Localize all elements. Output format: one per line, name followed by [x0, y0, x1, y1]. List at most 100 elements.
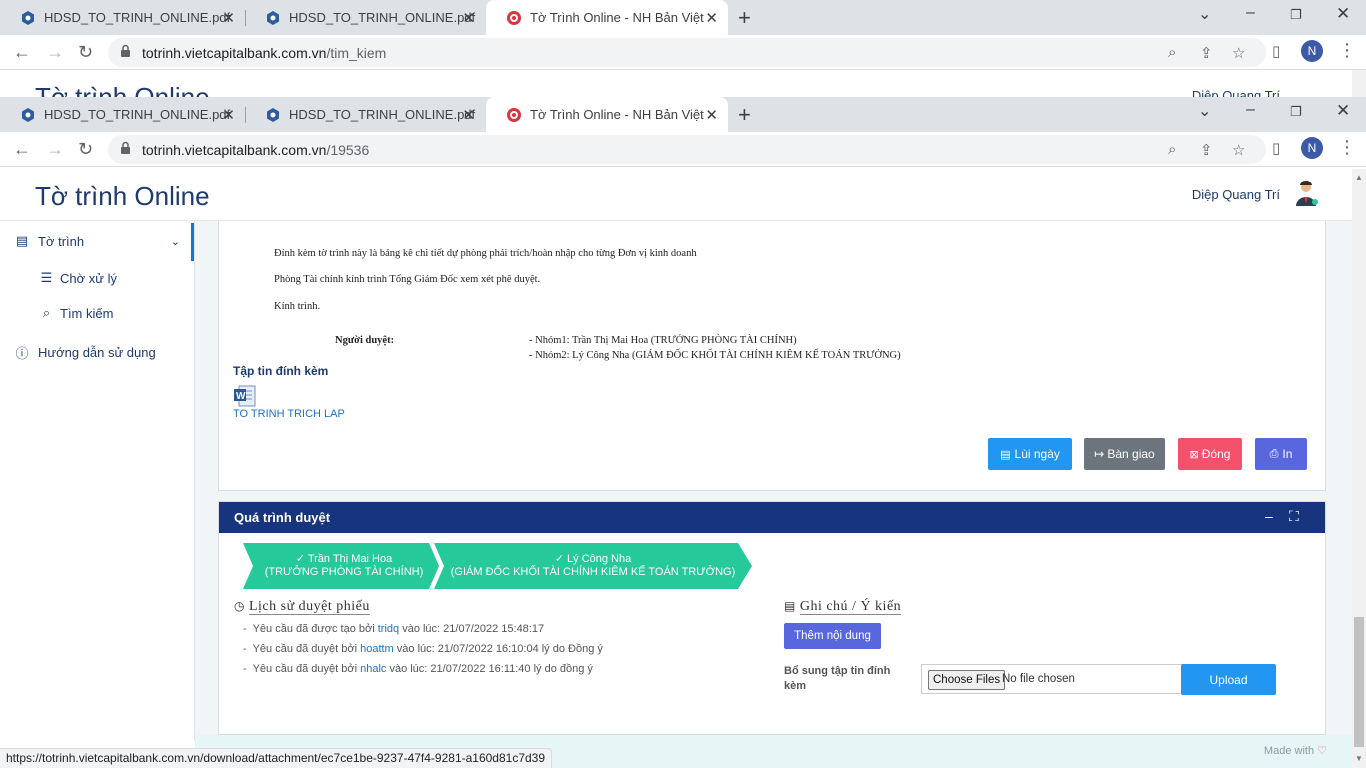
back-tab-2-label: HDSD_TO_TRINH_ONLINE.pdf	[289, 10, 476, 25]
zoom-icon[interactable]: ⌕	[1168, 141, 1176, 158]
sidepanel-icon[interactable]: ▯	[1272, 139, 1280, 157]
sidebar: ▤ Tờ trình ⌄ ☰ Chờ xử lý ⌕ Tìm kiếm ⓘ Hư…	[0, 221, 195, 741]
back-toolbar: ← → ↻ totrinh.vietcapitalbank.com.vn/tim…	[0, 35, 1366, 70]
forward-arrow-icon[interactable]: →	[46, 42, 64, 63]
back-tab-3[interactable]: Tờ Trình Online - NH Bản Việt ✕	[486, 0, 728, 35]
share-icon[interactable]: ⇪	[1200, 44, 1213, 62]
tab-1-label: HDSD_TO_TRINH_ONLINE.pdf	[44, 107, 231, 122]
attachment-link[interactable]: TO TRINH TRICH LAP	[233, 408, 345, 420]
history-user-link[interactable]: nhalc	[360, 663, 386, 675]
chevron-down-icon[interactable]: ⌄	[1198, 4, 1211, 24]
lock-icon	[120, 141, 131, 158]
sign-out-icon: ↦	[1094, 447, 1105, 461]
zoom-icon[interactable]: ⌕	[1168, 44, 1176, 61]
sidebar-item-huong-dan[interactable]: ⓘ Hướng dẫn sử dụng	[14, 343, 155, 362]
url-host: totrinh.vietcapitalbank.com.vn	[142, 142, 327, 158]
forward-arrow-icon[interactable]: →	[46, 139, 64, 160]
restore-icon[interactable]: ❐	[1290, 104, 1302, 120]
add-content-button[interactable]: Thêm nội dung	[784, 623, 881, 649]
made-with: Made with ♡	[1264, 744, 1327, 757]
back-arrow-icon[interactable]: ←	[13, 139, 31, 160]
back-tab-1[interactable]: HDSD_TO_TRINH_ONLINE.pdf ✕	[0, 0, 245, 35]
attachments-label: Tập tin đính kèm	[233, 364, 329, 378]
back-arrow-icon[interactable]: ←	[13, 42, 31, 63]
page-scrollbar[interactable]: ▲ ▼	[1352, 169, 1366, 768]
new-tab-icon[interactable]: +	[738, 5, 751, 31]
close-window-icon[interactable]: ✕	[1336, 101, 1350, 121]
back-tab-2[interactable]: HDSD_TO_TRINH_ONLINE.pdf ✕	[245, 0, 485, 35]
history-item: - Yêu cầu đã được tạo bởi tridq vào lúc:…	[243, 623, 545, 635]
sidebar-item-tim-kiem[interactable]: ⌕ Tìm kiếm	[40, 305, 114, 321]
user-name[interactable]: Diệp Quang Trí	[1192, 187, 1280, 202]
sidebar-item-to-trinh[interactable]: ▤ Tờ trình ⌄	[14, 233, 184, 249]
profile-avatar[interactable]: N	[1301, 40, 1323, 62]
approval-title: Quá trình duyệt	[234, 510, 331, 525]
check-icon: ✓	[554, 553, 568, 565]
close-button[interactable]: ⊠ Đóng	[1178, 438, 1242, 470]
star-icon[interactable]: ☆	[1232, 141, 1245, 159]
postpone-button[interactable]: ▤ Lùi ngày	[988, 438, 1072, 470]
history-prefix: Yêu cầu đã duyệt bởi	[252, 663, 361, 675]
pdf-tab-icon	[20, 10, 36, 26]
file-input[interactable]: Choose Files No file chosen	[921, 664, 1183, 694]
history-prefix: Yêu cầu đã duyệt bởi	[252, 643, 361, 655]
close-window-icon[interactable]: ✕	[1336, 4, 1350, 24]
history-user-link[interactable]: tridq	[378, 623, 399, 635]
print-button[interactable]: ⎙ In	[1255, 438, 1307, 470]
chevron-down-icon[interactable]: ⌄	[171, 235, 180, 248]
site-header: Tờ trình Online Diệp Quang Trí	[0, 169, 1352, 221]
comment-icon: ▤	[784, 599, 796, 613]
close-icon[interactable]: ✕	[462, 9, 475, 27]
reload-icon[interactable]: ↻	[78, 42, 93, 63]
tab-1[interactable]: HDSD_TO_TRINH_ONLINE.pdf ✕	[0, 97, 245, 132]
scroll-down-icon[interactable]: ▼	[1355, 754, 1363, 763]
postpone-label: Lùi ngày	[1014, 447, 1060, 461]
kebab-menu-icon[interactable]: ⋮	[1338, 40, 1356, 61]
history-prefix: Yêu cầu đã được tạo bởi	[252, 623, 378, 635]
tab-2[interactable]: HDSD_TO_TRINH_ONLINE.pdf ✕	[245, 97, 485, 132]
chevron-down-icon[interactable]: ⌄	[1198, 101, 1211, 121]
close-icon[interactable]: ✕	[222, 106, 235, 124]
share-icon[interactable]: ⇪	[1200, 141, 1213, 159]
page-title[interactable]: Tờ trình Online	[35, 181, 210, 212]
minimize-icon[interactable]: –	[1246, 101, 1255, 119]
bank-logo-tab-icon	[506, 107, 522, 123]
choose-files-button[interactable]: Choose Files	[928, 670, 1006, 690]
tab-strip: HDSD_TO_TRINH_ONLINE.pdf ✕ HDSD_TO_TRINH…	[0, 97, 1366, 132]
minimize-icon[interactable]: –	[1246, 4, 1255, 22]
user-avatar-icon[interactable]	[1292, 179, 1320, 207]
close-icon[interactable]: ✕	[705, 9, 718, 27]
document-paragraph: Đính kèm tờ trình này là bảng kê chi tiế…	[274, 248, 697, 259]
history-item: - Yêu cầu đã duyệt bởi nhalc vào lúc: 21…	[243, 663, 593, 675]
scrollbar-thumb[interactable]	[1354, 617, 1364, 747]
close-icon[interactable]: ✕	[462, 106, 475, 124]
history-suffix: vào lúc: 21/07/2022 16:10:04 lý do Đồng …	[393, 643, 603, 655]
new-tab-icon[interactable]: +	[738, 102, 751, 128]
scroll-up-icon[interactable]: ▲	[1355, 173, 1363, 182]
sidebar-item-cho-xu-ly[interactable]: ☰ Chờ xử lý	[40, 270, 117, 286]
close-icon[interactable]: ✕	[705, 106, 718, 124]
address-bar[interactable]: totrinh.vietcapitalbank.com.vn/19536 ⌕ ⇪…	[108, 135, 1266, 164]
minimize-panel-icon[interactable]: –	[1265, 508, 1273, 524]
history-user-link[interactable]: hoattm	[360, 643, 394, 655]
fullscreen-icon[interactable]: ⛶	[1289, 508, 1299, 525]
word-file-icon[interactable]: W	[233, 385, 257, 407]
star-icon[interactable]: ☆	[1232, 44, 1245, 62]
tab-3[interactable]: Tờ Trình Online - NH Bản Việt ✕	[486, 97, 728, 132]
url-path: /19536	[326, 142, 370, 158]
sidepanel-icon[interactable]: ▯	[1272, 42, 1280, 60]
address-bar[interactable]: totrinh.vietcapitalbank.com.vn/tim_kiem …	[108, 38, 1266, 67]
approval-step-1: ✓ Trần Thị Mai Hoa (TRƯỞNG PHÒNG TÀI CHÍ…	[253, 543, 435, 589]
kebab-menu-icon[interactable]: ⋮	[1338, 137, 1356, 158]
tab-3-label: Tờ Trình Online - NH Bản Việt	[530, 107, 704, 122]
handover-label: Bàn giao	[1107, 447, 1155, 461]
reload-icon[interactable]: ↻	[78, 139, 93, 160]
approver-group: - Nhóm2: Lý Công Nha (GIÁM ĐỐC KHỐI TÀI …	[529, 350, 901, 361]
back-scrollbar[interactable]	[1352, 70, 1366, 97]
handover-button[interactable]: ↦ Bàn giao	[1084, 438, 1165, 470]
close-icon[interactable]: ✕	[222, 9, 235, 27]
upload-button[interactable]: Upload	[1181, 664, 1276, 695]
history-title: Lịch sử duyệt phiếu	[248, 599, 370, 615]
restore-icon[interactable]: ❐	[1290, 7, 1302, 23]
profile-avatar[interactable]: N	[1301, 137, 1323, 159]
